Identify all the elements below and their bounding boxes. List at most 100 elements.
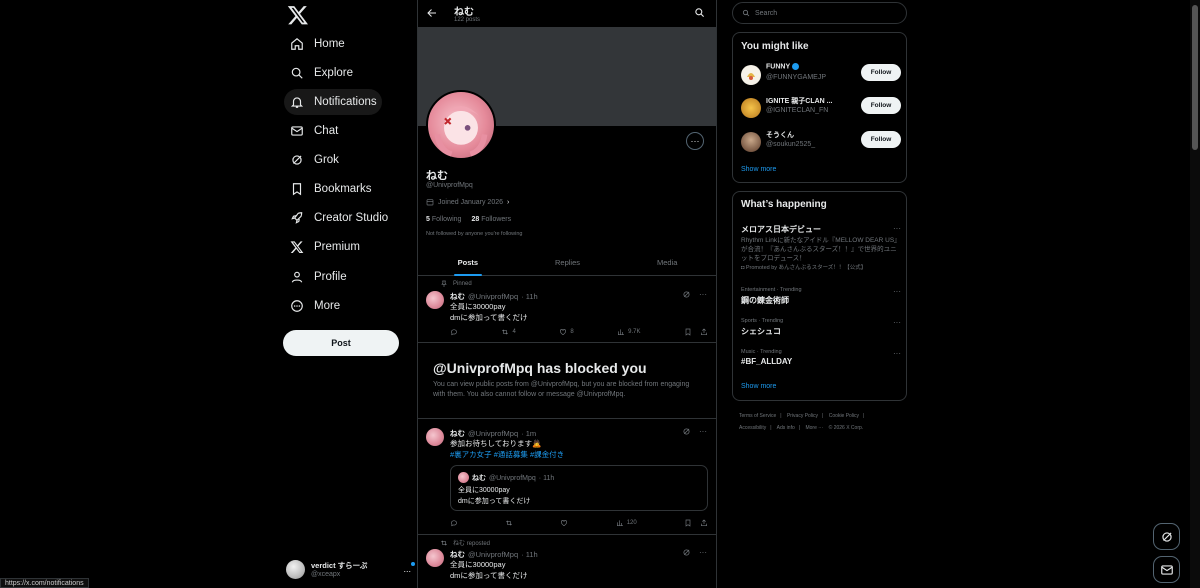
- follow-button[interactable]: Follow: [861, 97, 901, 114]
- show-more-link[interactable]: Show more: [741, 166, 776, 173]
- suggested-account[interactable]: そうくん @soukun2525_ Follow: [741, 130, 901, 156]
- nav-creator-studio[interactable]: Creator Studio: [284, 205, 394, 231]
- trend-item[interactable]: メロアス日本デビュー Rhythm Linkに新たなアイドル『MELLOW DE…: [741, 224, 901, 271]
- tweet-time[interactable]: · 11h: [521, 292, 538, 301]
- tweet-more-button[interactable]: ···: [699, 427, 707, 436]
- grok-icon[interactable]: [682, 290, 691, 299]
- footer-ads-info[interactable]: Ads info: [777, 425, 795, 431]
- nav-notifications[interactable]: Notifications: [284, 89, 382, 115]
- nav-bookmarks[interactable]: Bookmarks: [284, 176, 378, 202]
- tweet-more-button[interactable]: ···: [699, 290, 707, 299]
- grok-icon[interactable]: [682, 427, 691, 436]
- tab-replies[interactable]: Replies: [518, 250, 618, 275]
- trend-item[interactable]: Entertainment · Trending 鋼の錬金術師 ···: [741, 287, 901, 306]
- search-icon[interactable]: [694, 7, 705, 18]
- tweet-author-name[interactable]: ねむ: [450, 428, 465, 439]
- post-button[interactable]: Post: [283, 330, 399, 356]
- suggested-account[interactable]: IGNITE 親子CLAN ... @IGNITECLAN_FN Follow: [741, 96, 901, 122]
- header-name: ねむ: [454, 7, 474, 18]
- trend-item[interactable]: Sports · Trending シェシュコ ···: [741, 318, 901, 337]
- tweet-author-name[interactable]: ねむ: [450, 549, 465, 560]
- tweet-avatar[interactable]: [426, 428, 444, 446]
- views-button[interactable]: 9.7K: [617, 328, 640, 336]
- profile-handle: @UnivprofMpq: [426, 182, 473, 189]
- tweet-avatar[interactable]: [426, 291, 444, 309]
- footer-cookie[interactable]: Cookie Policy: [829, 413, 859, 419]
- tab-media[interactable]: Media: [617, 250, 716, 275]
- share-icon[interactable]: [700, 519, 708, 527]
- chevron-right-icon[interactable]: ›: [507, 199, 509, 206]
- footer-accessibility[interactable]: Accessibility: [739, 425, 766, 431]
- profile-more-button[interactable]: ···: [686, 132, 704, 150]
- tweet-author-handle[interactable]: @UnivprofMpq: [468, 429, 518, 438]
- card-title: You might like: [741, 41, 809, 52]
- footer-terms[interactable]: Terms of Service: [739, 413, 776, 419]
- nav-premium[interactable]: Premium: [284, 234, 366, 260]
- reply-button[interactable]: [450, 328, 458, 336]
- reply-button[interactable]: [450, 519, 458, 527]
- tweet-pinned[interactable]: ねむ @UnivprofMpq · 11h ··· 全員に30000pay dm…: [418, 276, 716, 343]
- page-scrollbar[interactable]: [1190, 0, 1200, 588]
- followers-label: Followers: [481, 216, 512, 223]
- like-button[interactable]: 8: [559, 328, 574, 336]
- bookmark-icon[interactable]: [684, 328, 692, 336]
- footer-sep: |: [822, 413, 824, 419]
- tweet-repost[interactable]: ねむ @UnivprofMpq · 11h ··· 全員に30000pay dm…: [418, 536, 716, 588]
- suggested-account[interactable]: FUNNY @FUNNYGAMEJP Follow: [741, 63, 901, 89]
- account-more-button[interactable]: ...: [403, 562, 415, 574]
- show-more-link[interactable]: Show more: [741, 383, 776, 390]
- tweet-more-button[interactable]: ···: [699, 548, 707, 557]
- repost-button[interactable]: 4: [501, 328, 516, 336]
- grok-icon[interactable]: [682, 548, 691, 557]
- nav-home[interactable]: Home: [284, 31, 351, 57]
- footer-more[interactable]: More ···: [805, 425, 823, 431]
- footer-privacy[interactable]: Privacy Policy: [787, 413, 818, 419]
- views-button[interactable]: 120: [616, 519, 637, 527]
- back-arrow-icon[interactable]: [426, 7, 438, 19]
- nav-label: More: [314, 300, 341, 312]
- nav-more[interactable]: More: [284, 293, 346, 319]
- whats-happening-card: What’s happening メロアス日本デビュー Rhythm Linkに…: [732, 191, 907, 401]
- tweet-time[interactable]: · 11h: [521, 550, 538, 559]
- bookmark-icon[interactable]: [684, 519, 692, 527]
- profile-avatar[interactable]: [426, 90, 496, 160]
- following-link[interactable]: 5 Following: [426, 216, 461, 223]
- reply-icon: [450, 329, 458, 336]
- trend-more-button[interactable]: ···: [893, 287, 901, 296]
- nav-explore[interactable]: Explore: [284, 60, 359, 86]
- like-button[interactable]: [560, 519, 568, 527]
- scroll-thumb[interactable]: [1192, 5, 1198, 150]
- tweet-hashtags[interactable]: #裏アカ女子 #通話募集 #課金付き: [450, 450, 564, 461]
- nav-label: Home: [314, 38, 345, 50]
- messages-fab-button[interactable]: [1153, 556, 1180, 583]
- tweet-author-name[interactable]: ねむ: [450, 291, 465, 302]
- nav-profile[interactable]: Profile: [284, 264, 353, 290]
- grok-fab-button[interactable]: [1153, 523, 1180, 550]
- nav-grok[interactable]: Grok: [284, 147, 345, 173]
- trend-more-button[interactable]: ···: [893, 224, 901, 233]
- nav-chat[interactable]: Chat: [284, 118, 344, 144]
- follow-button[interactable]: Follow: [861, 131, 901, 148]
- followers-link[interactable]: 28 Followers: [471, 216, 511, 223]
- nav-label: Explore: [314, 67, 353, 79]
- account-name: FUNNY: [766, 63, 854, 70]
- tweet-author-handle[interactable]: @UnivprofMpq: [468, 550, 518, 559]
- person-icon: [291, 271, 303, 283]
- x-logo-icon[interactable]: [287, 4, 309, 26]
- tab-posts[interactable]: Posts: [418, 250, 518, 276]
- quoted-tweet[interactable]: ねむ @UnivprofMpq · 11h 全員に30000pay dmに参加っ…: [450, 465, 708, 511]
- trend-more-button[interactable]: ···: [893, 318, 901, 327]
- search-input[interactable]: Search: [732, 2, 907, 24]
- repost-button[interactable]: [505, 519, 513, 527]
- trend-meta: Entertainment · Trending: [741, 287, 802, 293]
- tweet-author-handle[interactable]: @UnivprofMpq: [468, 292, 518, 301]
- trend-item[interactable]: Music · Trending #BF_ALLDAY ···: [741, 349, 901, 366]
- tweet-avatar[interactable]: [426, 549, 444, 567]
- tweet-time[interactable]: · 1m: [521, 429, 536, 438]
- avatar: [286, 559, 305, 579]
- tweet-top-actions: ···: [682, 548, 707, 557]
- share-icon[interactable]: [700, 328, 708, 336]
- trend-more-button[interactable]: ···: [893, 349, 901, 358]
- account-switcher[interactable]: verdict すらーぷ @xceapx ...: [286, 556, 415, 582]
- follow-button[interactable]: Follow: [861, 64, 901, 81]
